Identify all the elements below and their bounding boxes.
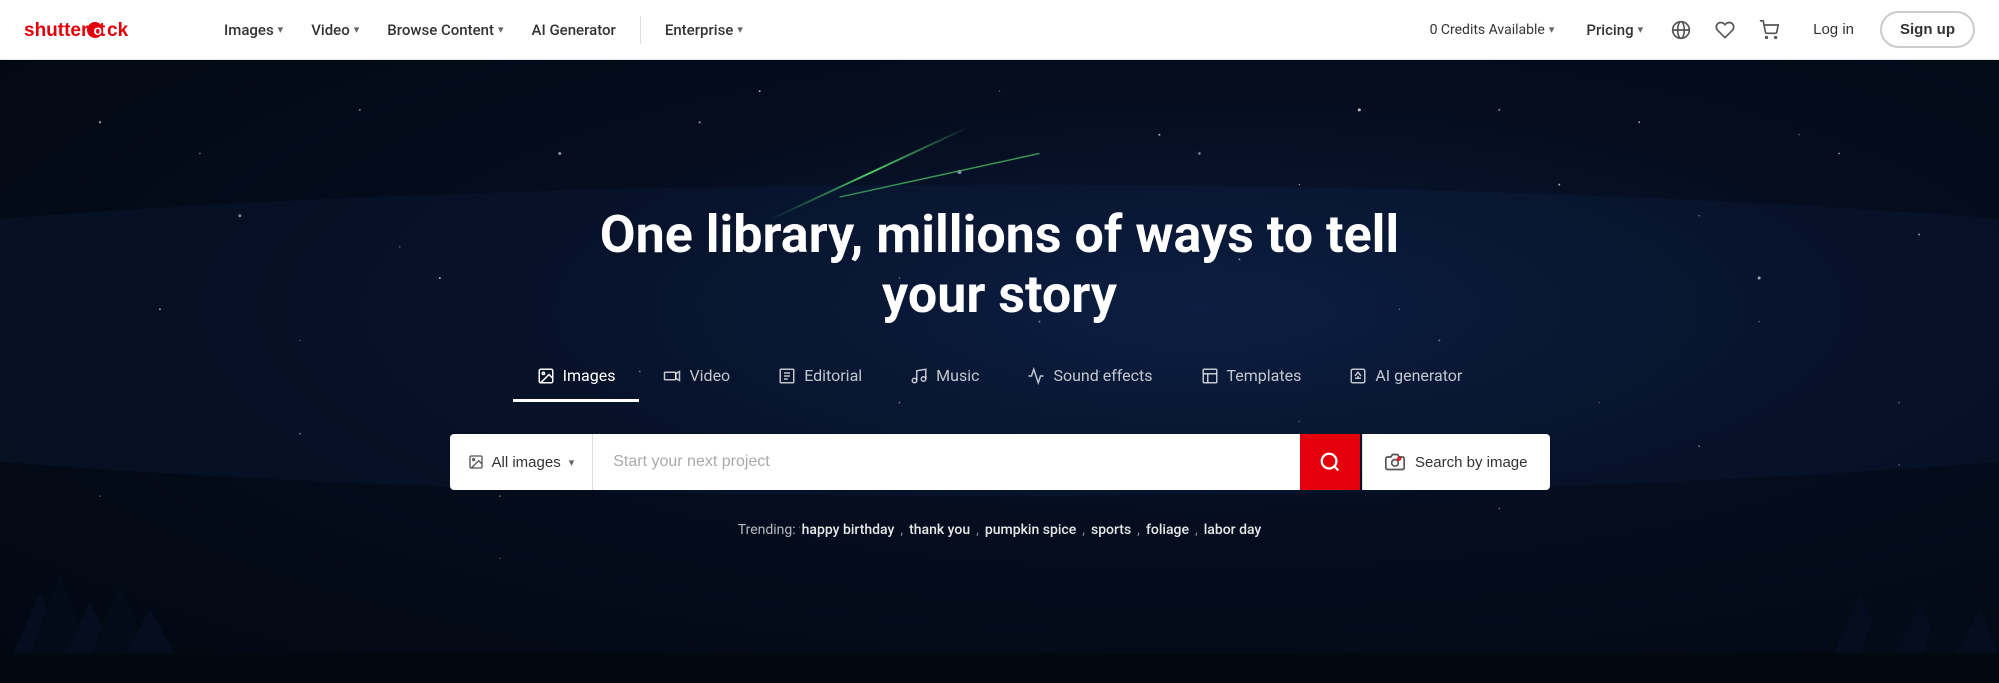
cart-button[interactable] — [1751, 12, 1787, 48]
nav-video-chevron: ▾ — [354, 23, 360, 36]
search-by-image-button[interactable]: Search by image — [1362, 434, 1550, 490]
wishlist-button[interactable] — [1707, 12, 1743, 48]
nav-images-chevron: ▾ — [278, 23, 284, 36]
tab-templates[interactable]: Templates — [1177, 356, 1326, 402]
pricing-button[interactable]: Pricing ▾ — [1574, 15, 1655, 45]
tab-video-label: Video — [689, 366, 730, 385]
pricing-label: Pricing — [1586, 21, 1633, 39]
ai-tab-icon — [1349, 367, 1367, 385]
nav-item-ai[interactable]: AI Generator — [520, 13, 628, 47]
nav-item-images[interactable]: Images ▾ — [212, 13, 295, 47]
trending-tag-5[interactable]: labor day — [1204, 522, 1262, 538]
trending-tag-0[interactable]: happy birthday — [802, 522, 895, 538]
tab-ai-label: AI generator — [1375, 366, 1462, 385]
search-bar: All images ▾ Search by image — [450, 434, 1550, 490]
nav-images-label: Images — [224, 21, 274, 39]
music-tab-icon — [910, 367, 928, 385]
tab-video[interactable]: Video — [639, 356, 754, 402]
trending-tag-4[interactable]: foliage — [1146, 522, 1189, 538]
nav-browse-chevron: ▾ — [498, 23, 504, 36]
hero-content: One library, millions of ways to tell yo… — [0, 205, 1999, 539]
nav-divider — [640, 16, 641, 44]
image-tab-icon — [537, 367, 555, 385]
sep-4: , — [1195, 522, 1198, 538]
logo[interactable]: shutterst ck o — [24, 14, 184, 46]
nav-item-video[interactable]: Video ▾ — [299, 13, 371, 47]
search-icon — [1319, 451, 1341, 473]
sound-tab-icon — [1027, 367, 1045, 385]
editorial-tab-icon — [778, 367, 796, 385]
signup-button[interactable]: Sign up — [1880, 11, 1975, 48]
tab-sound[interactable]: Sound effects — [1003, 356, 1176, 402]
search-type-chevron: ▾ — [569, 456, 575, 469]
hero-title: One library, millions of ways to tell yo… — [550, 205, 1450, 325]
search-input[interactable] — [593, 434, 1300, 490]
nav-ai-label: AI Generator — [532, 21, 616, 39]
pricing-chevron: ▾ — [1638, 23, 1644, 36]
tab-templates-label: Templates — [1227, 366, 1302, 385]
nav-item-enterprise[interactable]: Enterprise ▾ — [653, 13, 755, 47]
svg-text:o: o — [94, 22, 103, 38]
image-filter-icon — [468, 454, 484, 470]
video-tab-icon — [663, 367, 681, 385]
trending-tag-2[interactable]: pumpkin spice — [985, 522, 1076, 538]
camera-search-icon — [1385, 452, 1405, 472]
tab-images[interactable]: Images — [513, 356, 640, 402]
globe-button[interactable] — [1663, 12, 1699, 48]
trending-tag-3[interactable]: sports — [1091, 522, 1131, 538]
navbar: shutterst ck o Images ▾ Video ▾ Browse C… — [0, 0, 1999, 60]
nav-enterprise-label: Enterprise — [665, 21, 733, 39]
sep-3: , — [1137, 522, 1140, 538]
credits-button[interactable]: 0 Credits Available ▾ — [1418, 16, 1567, 44]
login-button[interactable]: Log in — [1795, 13, 1872, 46]
svg-text:ck: ck — [107, 20, 129, 41]
trending-tag-1[interactable]: thank you — [909, 522, 970, 538]
templates-tab-icon — [1201, 367, 1219, 385]
nav-item-browse[interactable]: Browse Content ▾ — [375, 13, 515, 47]
credits-chevron: ▾ — [1549, 23, 1555, 36]
tab-editorial[interactable]: Editorial — [754, 356, 886, 402]
trending-section: Trending: happy birthday, thank you, pum… — [738, 522, 1262, 538]
credits-label: 0 Credits Available — [1430, 22, 1545, 38]
tab-ai[interactable]: AI generator — [1325, 356, 1486, 402]
search-by-image-label: Search by image — [1415, 454, 1528, 471]
nav-video-label: Video — [311, 21, 350, 39]
sep-0: , — [900, 522, 903, 538]
hero-section: One library, millions of ways to tell yo… — [0, 60, 1999, 683]
tab-images-label: Images — [563, 366, 616, 385]
search-submit-button[interactable] — [1300, 434, 1360, 490]
trending-label: Trending: — [738, 522, 796, 538]
globe-icon — [1671, 20, 1691, 40]
sep-1: , — [976, 522, 979, 538]
nav-browse-label: Browse Content — [387, 21, 494, 39]
tree-silhouettes — [0, 553, 1999, 683]
search-type-label: All images — [492, 454, 561, 471]
cart-icon — [1759, 20, 1779, 40]
tab-sound-label: Sound effects — [1053, 366, 1152, 385]
heart-icon — [1715, 20, 1735, 40]
search-type-button[interactable]: All images ▾ — [450, 434, 594, 490]
search-tabs: Images Video Editorial Music — [450, 356, 1550, 402]
tab-editorial-label: Editorial — [804, 366, 862, 385]
tab-music-label: Music — [936, 366, 979, 385]
nav-enterprise-chevron: ▾ — [737, 23, 743, 36]
sep-2: , — [1082, 522, 1085, 538]
nav-links: Images ▾ Video ▾ Browse Content ▾ AI Gen… — [212, 13, 1418, 47]
tab-music[interactable]: Music — [886, 356, 1003, 402]
nav-right: 0 Credits Available ▾ Pricing ▾ Log i — [1418, 11, 1975, 48]
